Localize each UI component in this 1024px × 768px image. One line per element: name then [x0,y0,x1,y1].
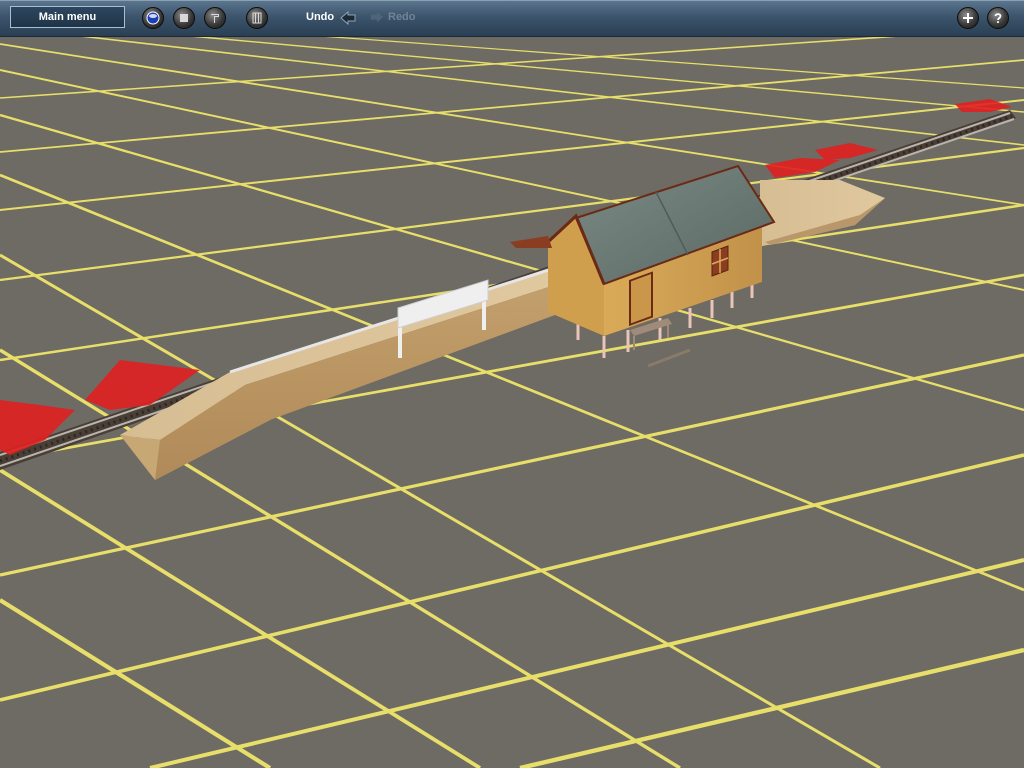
top-toolbar: Main menu Undo Redo [0,0,1024,37]
grid-tool-button[interactable] [246,7,268,29]
add-icon [963,13,973,23]
paint-tool-button[interactable] [204,7,226,29]
paint-icon [211,14,219,23]
station-door [629,271,653,327]
3d-viewport[interactable] [0,0,1024,768]
globe-tool-button[interactable] [142,7,164,29]
stop-tool-button[interactable] [173,7,195,29]
redo-button: Redo [388,11,416,23]
redo-arrow-icon [370,11,384,23]
globe-icon [146,11,160,25]
main-menu-button[interactable]: Main menu [10,6,125,28]
help-button[interactable] [987,7,1009,29]
undo-button[interactable]: Undo [306,11,334,23]
grid-icon [252,12,262,24]
help-icon [994,13,1002,23]
stop-icon [180,14,188,22]
add-button[interactable] [957,7,979,29]
undo-arrow-icon[interactable] [340,10,356,26]
